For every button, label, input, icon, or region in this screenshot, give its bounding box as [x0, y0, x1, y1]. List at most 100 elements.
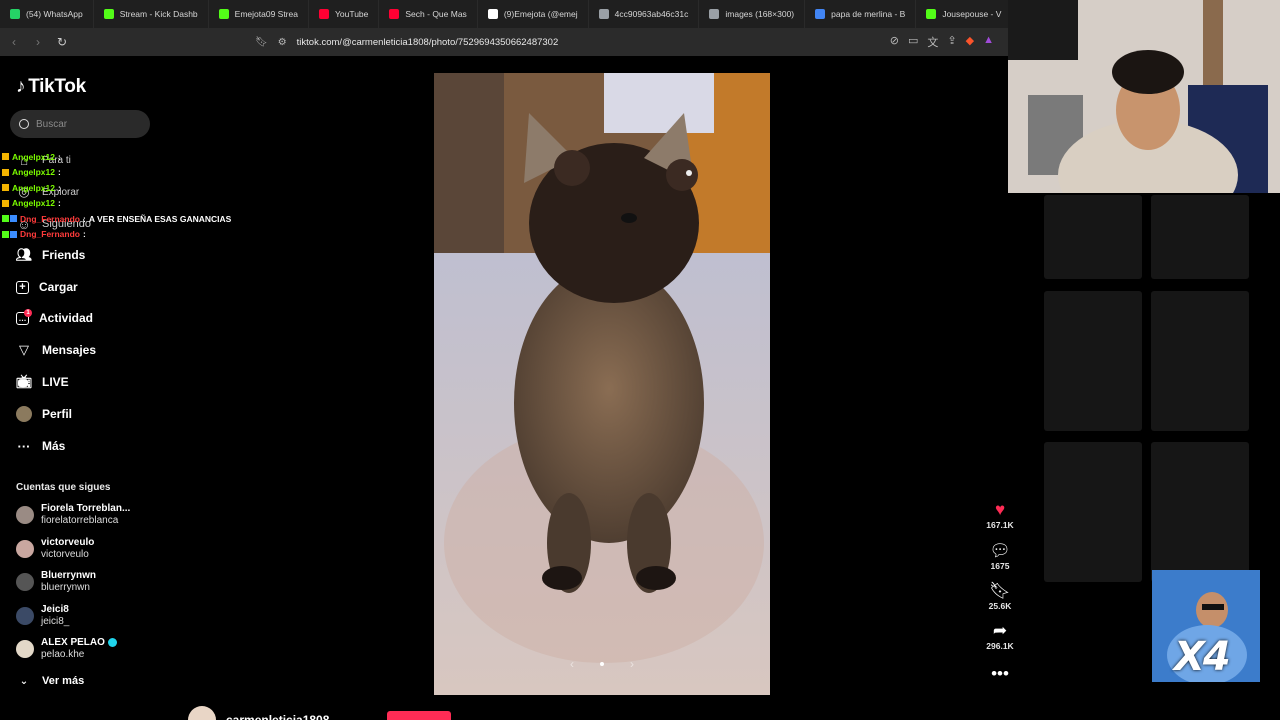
tab-label: Jousepouse - V — [942, 9, 1002, 19]
browser-tab[interactable]: Stream - Kick Dashb — [94, 0, 209, 28]
carousel-dot-active[interactable] — [600, 662, 604, 666]
brave-shield-icon[interactable]: ◆ — [966, 34, 974, 50]
tab-favicon-icon — [103, 9, 114, 19]
browser-tab[interactable]: (54) WhatsApp — [0, 0, 94, 28]
comment-button[interactable]: 💬︎ 1675 — [978, 541, 1022, 571]
saves-count: 25.6K — [988, 601, 1012, 611]
browser-tab[interactable]: YouTube — [309, 0, 380, 28]
verified-icon — [107, 637, 117, 647]
like-button[interactable]: ♥ 167.1K — [978, 500, 1022, 530]
placeholder-card — [1151, 291, 1249, 431]
chat-username: Angelpx12 — [12, 151, 55, 162]
nav-mas[interactable]: ··· Más — [16, 434, 66, 458]
share-button[interactable]: ➦ 296.1K — [978, 621, 1022, 651]
address-bar[interactable]: 🔖︎ ⚙︎ tiktok.com/@carmenleticia1808/phot… — [255, 32, 995, 52]
nav-friends[interactable]: 👥︎ Friends — [16, 243, 86, 267]
live-icon: 📺︎ — [15, 374, 33, 389]
nav-mensajes[interactable]: ▽ Mensajes — [16, 338, 96, 362]
tiktok-note-icon: ♪ — [16, 76, 26, 97]
translate-icon[interactable]: 文 — [927, 34, 938, 50]
browser-tab[interactable]: Emejota09 Strea — [209, 0, 309, 28]
post-author[interactable]: carmenleticia1808 — [188, 706, 329, 720]
chat-message: Angelpx12: — [2, 149, 262, 165]
account-avatar — [16, 640, 34, 658]
tiktok-logo[interactable]: ♪ TikTok — [16, 76, 86, 98]
placeholder-card — [1151, 442, 1249, 582]
chat-separator: : — [82, 229, 86, 240]
chat-message: Angelpx12: — [2, 165, 262, 181]
nav-label: Actividad — [39, 311, 94, 325]
account-name: victorveulo — [41, 536, 95, 548]
stream-multiplier-overlay: X4 — [1152, 570, 1260, 682]
chat-badge-icon — [10, 230, 17, 238]
chat-text: A VER ENSEÑA ESAS GANANCIAS — [88, 213, 232, 224]
tab-label: Sech - Que Mas — [405, 9, 467, 19]
see-more-link[interactable]: ⌄ Ver más — [16, 669, 84, 693]
placeholder-card — [1044, 442, 1142, 582]
activity-badge: 1 — [24, 308, 32, 317]
share-icon[interactable]: ⇪ — [947, 34, 956, 50]
profile-avatar — [16, 406, 32, 422]
nav-actividad[interactable]: … 1 Actividad — [16, 306, 93, 330]
chat-message: Angelpx12: — [2, 180, 262, 196]
browser-tab[interactable]: images (168×300) — [699, 0, 806, 28]
tab-favicon-icon — [926, 9, 937, 19]
account-avatar — [16, 539, 34, 558]
back-icon[interactable]: ‹ — [4, 32, 24, 52]
browser-tab[interactable]: papa de merlina - B — [805, 0, 917, 28]
search-box[interactable] — [10, 110, 150, 138]
save-button[interactable]: 🔖︎ 25.6K — [978, 581, 1022, 611]
nav-label: LIVE — [42, 375, 69, 389]
more-options-button[interactable]: ••• — [978, 664, 1022, 684]
author-avatar[interactable] — [188, 706, 216, 720]
chat-message: Dng_Fernando: — [2, 227, 262, 243]
webcam-image — [1008, 0, 1280, 193]
bookmark-icon[interactable]: 🔖︎ — [255, 37, 268, 48]
reload-icon[interactable]: ↻ — [52, 32, 72, 52]
site-info-icon[interactable]: ⚙︎ — [278, 37, 287, 48]
tab-favicon-icon — [218, 9, 229, 19]
tab-favicon-icon — [815, 9, 826, 19]
followed-account[interactable]: Bluerrynwn bluerrynwn — [16, 570, 96, 594]
followed-account[interactable]: victorveulo victorveulo — [16, 537, 94, 561]
search-input[interactable] — [36, 118, 136, 130]
tab-label: images (168×300) — [725, 9, 795, 19]
chevron-down-icon: ⌄ — [19, 675, 29, 687]
nav-perfil[interactable]: Perfil — [16, 402, 72, 426]
browser-tab[interactable]: (9)Emejota (@emej — [478, 0, 589, 28]
logo-text: TikTok — [28, 76, 86, 97]
next-image-icon[interactable]: › — [630, 657, 634, 671]
account-name: Bluerrynwn — [41, 570, 97, 581]
browser-tab[interactable]: 4cc90963ab46c31c — [589, 0, 700, 28]
tab-favicon-icon — [709, 9, 720, 19]
account-name: Fiorela Torreblan... — [41, 503, 131, 514]
no-video-icon[interactable]: ⊘ — [890, 34, 899, 50]
chat-username: Dng_Fernando — [20, 229, 80, 240]
follow-button[interactable] — [387, 711, 451, 720]
prev-image-icon[interactable]: ‹ — [570, 657, 574, 671]
followed-account[interactable]: ALEX PELAO pelao.khe — [16, 637, 117, 661]
followed-account[interactable]: Jeici8 jeici8_ — [16, 604, 69, 628]
chat-username: Angelpx12 — [12, 167, 55, 178]
chat-badge-icon — [2, 184, 9, 192]
cast-icon[interactable]: ▭ — [908, 34, 918, 50]
browser-tab[interactable]: Sech - Que Mas — [379, 0, 478, 28]
forward-icon[interactable]: › — [28, 32, 48, 52]
nav-label: Perfil — [42, 407, 73, 421]
placeholder-card — [1151, 195, 1249, 279]
nav-live[interactable]: 📺︎ LIVE — [16, 370, 69, 394]
author-name[interactable]: carmenleticia1808 — [226, 713, 329, 720]
tab-label: Stream - Kick Dashb — [119, 9, 198, 19]
rewards-icon[interactable]: ▲ — [983, 34, 994, 50]
tab-label: 4cc90963ab46c31c — [614, 9, 689, 19]
account-avatar — [16, 606, 34, 625]
multiplier-text: X4 — [1174, 634, 1231, 680]
followed-account[interactable]: Fiorela Torreblan... fiorelatorreblanca — [16, 503, 130, 527]
chat-message: Angelpx12: — [2, 196, 262, 212]
tab-label: papa de merlina - B — [831, 9, 906, 19]
chat-separator: : — [58, 151, 61, 162]
browser-tab[interactable]: Jousepouse - V — [916, 0, 1008, 28]
nav-cargar[interactable]: + Cargar — [16, 275, 78, 299]
post-photo[interactable]: ‹ › — [434, 73, 770, 695]
url-text: tiktok.com/@carmenleticia1808/photo/7529… — [296, 36, 559, 48]
